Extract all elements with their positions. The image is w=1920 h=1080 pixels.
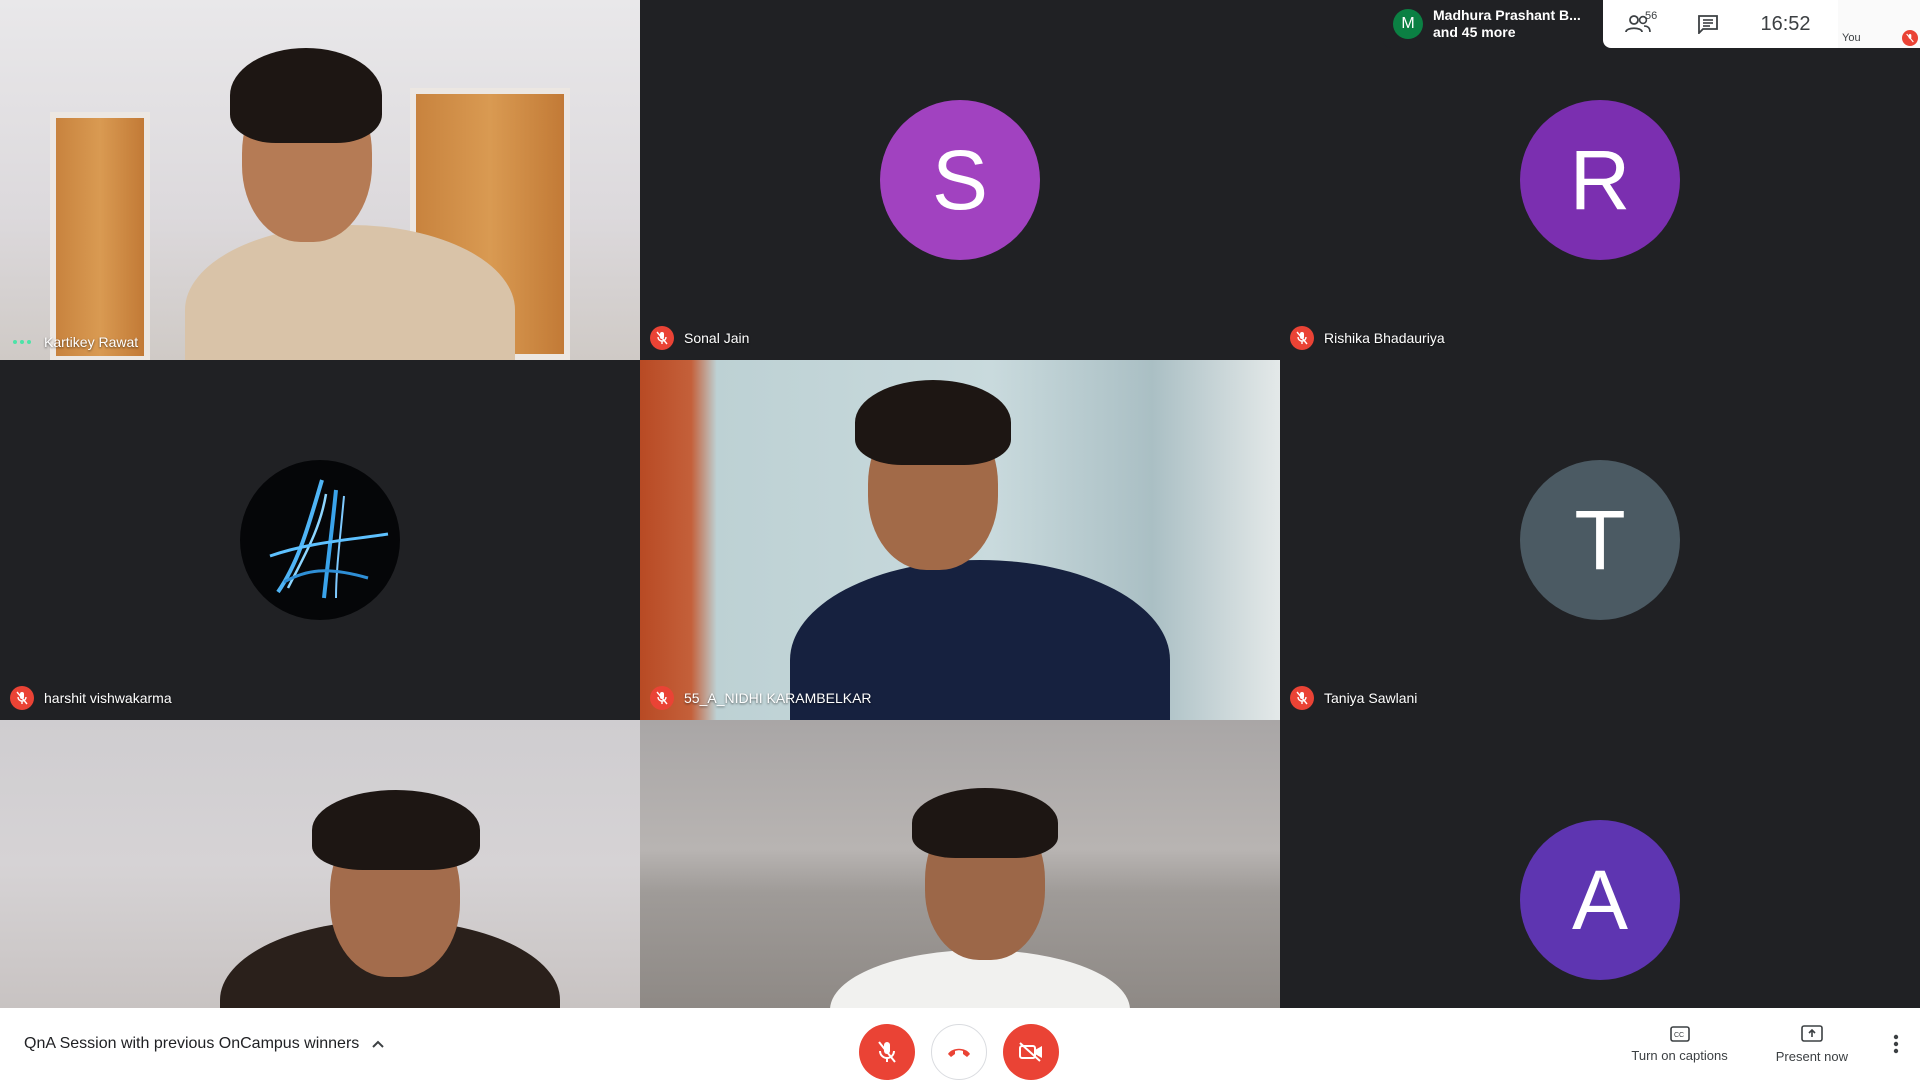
mic-toggle-button[interactable]: [859, 1024, 915, 1080]
active-participants-chip[interactable]: M Madhura Prashant B... and 45 more: [1383, 0, 1603, 48]
right-actions: CC Turn on captions Present now: [1607, 1008, 1920, 1080]
participant-name-tag: Taniya Sawlani: [1290, 686, 1417, 710]
mic-off-icon: [650, 326, 674, 350]
people-button[interactable]: 56: [1603, 0, 1673, 48]
initial-avatar: S: [880, 100, 1040, 260]
chat-icon: [1698, 15, 1718, 34]
video-feed: [640, 720, 1280, 1008]
self-view-label: You: [1842, 32, 1861, 44]
participant-tile-taniya[interactable]: T Taniya Sawlani: [1280, 360, 1920, 720]
person-hair: [912, 788, 1058, 858]
svg-text:CC: CC: [1674, 1032, 1684, 1039]
participant-tile-rishika[interactable]: R Rishika Bhadauriya: [1280, 0, 1920, 360]
meeting-clock: 16:52: [1760, 12, 1811, 35]
person-hair: [855, 380, 1011, 465]
presenter-name: Madhura Prashant B...: [1433, 7, 1581, 23]
present-now-button[interactable]: Present now: [1752, 1008, 1872, 1080]
leave-call-button[interactable]: [931, 1024, 987, 1080]
participant-name: harshit vishwakarma: [44, 690, 172, 706]
participant-name: Kartikey Rawat: [44, 334, 139, 350]
present-screen-icon: [1801, 1024, 1823, 1042]
participant-tile-kartikey[interactable]: Kartikey Rawat: [0, 0, 640, 360]
participant-name-tag: Sonal Jain: [650, 326, 749, 350]
mic-off-icon: [1290, 686, 1314, 710]
mic-off-icon: [1902, 30, 1918, 46]
presenter-more: and 45 more: [1433, 24, 1516, 40]
people-count: 56: [1645, 10, 1658, 22]
camera-toggle-button[interactable]: [1003, 1024, 1059, 1080]
person-hair: [312, 790, 480, 870]
chevron-up-icon: [372, 1040, 384, 1048]
participant-name: Taniya Sawlani: [1324, 690, 1418, 706]
more-vert-icon: [1893, 1034, 1899, 1054]
mic-off-icon: [878, 1041, 896, 1063]
more-options-button[interactable]: [1872, 1008, 1920, 1080]
participant-tile-harshit[interactable]: harshit vishwakarma: [0, 360, 640, 720]
captions-label: Turn on captions: [1631, 1047, 1728, 1063]
participant-grid: Kartikey Rawat S Sonal Jain R Rishika Bh…: [0, 0, 1920, 1008]
participant-name: Sonal Jain: [684, 330, 750, 346]
present-label: Present now: [1775, 1048, 1848, 1064]
presenter-avatar: M: [1393, 9, 1423, 39]
mic-off-icon: [10, 686, 34, 710]
videocam-off-icon: [1019, 1042, 1042, 1062]
profile-logo-avatar: [240, 460, 400, 620]
top-info-bar: 56 16:52 You: [1603, 0, 1920, 48]
participant-tile-video-8[interactable]: [640, 720, 1280, 1008]
participant-tile-a[interactable]: A: [1280, 720, 1920, 1008]
participant-name-tag: Rishika Bhadauriya: [1290, 326, 1445, 350]
closed-captions-icon: CC: [1669, 1025, 1690, 1042]
participant-name: Rishika Bhadauriya: [1324, 330, 1445, 346]
participant-tile-video-7[interactable]: [0, 720, 640, 1008]
speaking-indicator-icon: [10, 340, 34, 344]
video-feed: [640, 360, 1280, 720]
participant-name-tag: harshit vishwakarma: [10, 686, 172, 710]
call-controls: [859, 1024, 1059, 1080]
participant-tile-sonal[interactable]: S Sonal Jain: [640, 0, 1280, 360]
participant-name-tag: 55_A_NIDHI KARAMBELKAR: [650, 686, 872, 710]
person-hair: [230, 48, 382, 143]
bottom-toolbar: QnA Session with previous OnCampus winne…: [0, 1008, 1920, 1080]
phone-hangup-icon: [948, 1048, 970, 1057]
participant-tile-nidhi[interactable]: 55_A_NIDHI KARAMBELKAR: [640, 360, 1280, 720]
mic-off-icon: [1290, 326, 1314, 350]
participant-name: 55_A_NIDHI KARAMBELKAR: [684, 690, 872, 706]
video-feed: [0, 0, 640, 360]
self-view-tile[interactable]: You: [1838, 0, 1920, 48]
door-left: [50, 112, 150, 360]
mic-off-icon: [650, 686, 674, 710]
video-feed: [0, 720, 640, 1008]
initial-avatar: R: [1520, 100, 1680, 260]
meet-call-window: Kartikey Rawat S Sonal Jain R Rishika Bh…: [0, 0, 1920, 1080]
presenter-text: Madhura Prashant B... and 45 more: [1433, 7, 1581, 41]
participant-name-tag: Kartikey Rawat: [10, 334, 138, 350]
meeting-title: QnA Session with previous OnCampus winne…: [24, 1035, 360, 1052]
chat-button[interactable]: [1673, 0, 1743, 48]
initial-avatar: T: [1520, 460, 1680, 620]
meeting-details-toggle[interactable]: QnA Session with previous OnCampus winne…: [24, 1008, 385, 1080]
initial-avatar: A: [1520, 820, 1680, 980]
captions-button[interactable]: CC Turn on captions: [1607, 1008, 1751, 1080]
